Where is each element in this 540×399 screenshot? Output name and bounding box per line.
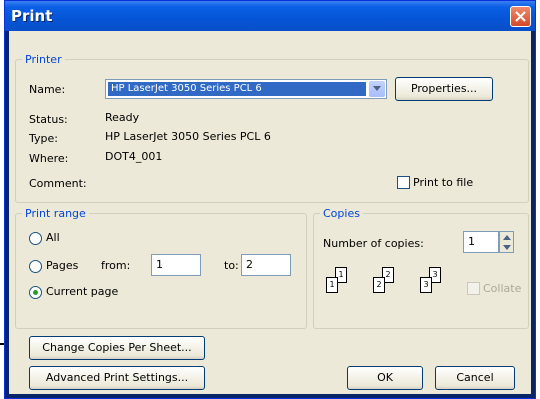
copies-spinner[interactable] bbox=[499, 231, 514, 253]
cancel-button[interactable]: Cancel bbox=[435, 366, 515, 390]
chevron-down-icon bbox=[373, 86, 381, 91]
where-label: Where: bbox=[29, 152, 69, 165]
properties-button[interactable]: Properties... bbox=[395, 77, 493, 101]
pages-radio-label[interactable]: Pages bbox=[46, 259, 78, 272]
collate-page-front: 1 bbox=[326, 277, 338, 293]
collate-page-front: 2 bbox=[373, 277, 385, 293]
dialog-title: Print bbox=[11, 7, 53, 25]
close-icon bbox=[515, 11, 526, 22]
type-label: Type: bbox=[29, 132, 58, 145]
print-to-file-checkbox[interactable] bbox=[397, 176, 410, 189]
where-value: DOT4_001 bbox=[105, 150, 163, 163]
printer-group-legend: Printer bbox=[25, 53, 62, 66]
current-page-radio[interactable] bbox=[29, 286, 42, 299]
collate-label: Collate bbox=[483, 282, 522, 295]
dropdown-button[interactable] bbox=[369, 81, 385, 97]
printer-name-label: Name: bbox=[29, 83, 66, 96]
copies-input[interactable]: 1 bbox=[463, 231, 499, 253]
status-label: Status: bbox=[29, 113, 68, 126]
print-dialog: Print Printer Name: HP LaserJet 3050 Ser… bbox=[4, 0, 536, 399]
collate-checkbox[interactable] bbox=[467, 282, 480, 295]
copies-legend: Copies bbox=[323, 207, 360, 220]
current-page-radio-label[interactable]: Current page bbox=[46, 285, 118, 298]
number-of-copies-label: Number of copies: bbox=[323, 237, 424, 250]
comment-label: Comment: bbox=[29, 177, 87, 190]
type-value: HP LaserJet 3050 Series PCL 6 bbox=[105, 130, 271, 143]
printer-name-value: HP LaserJet 3050 Series PCL 6 bbox=[108, 82, 366, 96]
radio-selected-dot bbox=[33, 290, 38, 295]
to-page-input[interactable]: 2 bbox=[241, 254, 291, 276]
print-to-file-label[interactable]: Print to file bbox=[413, 176, 473, 189]
spin-up-icon bbox=[503, 235, 511, 240]
to-label: to: bbox=[224, 259, 239, 272]
collate-page-front: 3 bbox=[420, 277, 432, 293]
from-label: from: bbox=[101, 259, 131, 272]
print-range-legend: Print range bbox=[25, 207, 86, 220]
title-bar[interactable]: Print bbox=[5, 1, 535, 31]
close-button[interactable] bbox=[510, 6, 531, 27]
all-radio[interactable] bbox=[29, 232, 42, 245]
ok-button[interactable]: OK bbox=[347, 366, 423, 390]
status-value: Ready bbox=[105, 111, 140, 124]
all-radio-label[interactable]: All bbox=[46, 231, 60, 244]
dialog-body: Printer Name: HP LaserJet 3050 Series PC… bbox=[9, 31, 531, 394]
printer-name-select[interactable]: HP LaserJet 3050 Series PCL 6 bbox=[105, 79, 387, 99]
pages-radio[interactable] bbox=[29, 260, 42, 273]
spin-down-icon bbox=[503, 245, 511, 250]
advanced-print-settings-button[interactable]: Advanced Print Settings... bbox=[29, 366, 205, 390]
change-copies-per-sheet-button[interactable]: Change Copies Per Sheet... bbox=[29, 336, 205, 360]
from-page-input[interactable]: 1 bbox=[151, 254, 201, 276]
